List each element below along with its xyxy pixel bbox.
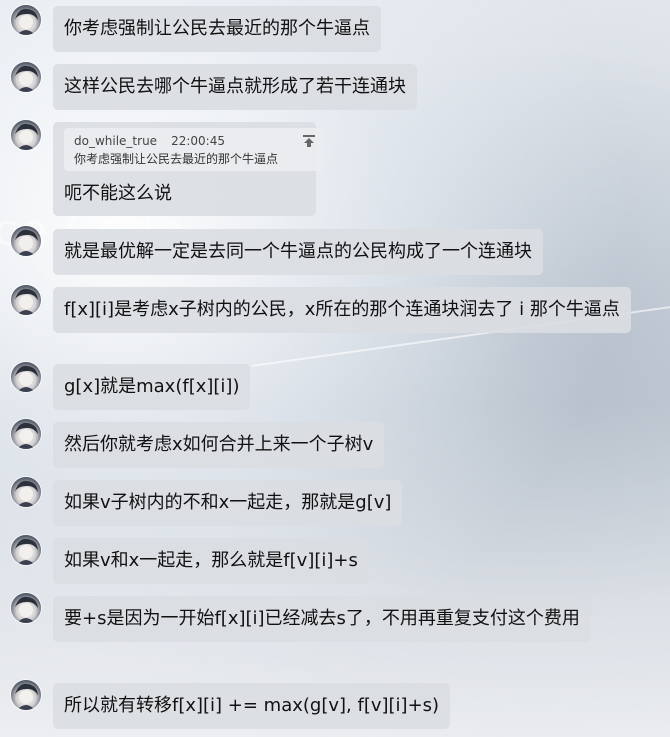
avatar-icon[interactable] — [11, 285, 41, 315]
quote-time: 22:00:45 — [171, 134, 225, 148]
avatar-icon[interactable] — [11, 477, 41, 507]
avatar-icon[interactable] — [11, 535, 41, 565]
message-bubble[interactable]: 然后你就考虑x如何合并上来一个子树v — [53, 422, 385, 468]
quoted-message[interactable]: do_while_true 22:00:45 你考虑强制让公民去最近的那个牛逼点 — [64, 128, 324, 171]
avatar-icon[interactable] — [11, 680, 41, 710]
avatar-icon[interactable] — [11, 120, 41, 150]
message-bubble[interactable]: 如果v子树内的不和x一起走，那就是g[v] — [53, 480, 403, 526]
avatar-icon[interactable] — [11, 5, 41, 35]
message-bubble[interactable]: g[x]就是max(f[x][i]) — [53, 364, 251, 410]
quote-text: 你考虑强制让公民去最近的那个牛逼点 — [74, 152, 279, 166]
message-bubble[interactable]: f[x][i]是考虑x子树内的公民，x所在的那个连通块润去了 i 那个牛逼点 — [53, 287, 631, 333]
avatar-icon[interactable] — [11, 419, 41, 449]
message-bubble[interactable]: 所以就有转移f[x][i] += max(g[v], f[v][i]+s) — [53, 683, 451, 729]
message-bubble[interactable]: 如果v和x一起走，那么就是f[v][i]+s — [53, 538, 369, 584]
message-bubble[interactable]: 你考虑强制让公民去最近的那个牛逼点 — [53, 6, 381, 52]
avatar-icon[interactable] — [11, 593, 41, 623]
message-text: 呃不能这么说 — [64, 183, 172, 204]
quote-author: do_while_true — [74, 134, 158, 148]
message-bubble-with-quote[interactable]: do_while_true 22:00:45 你考虑强制让公民去最近的那个牛逼点 … — [53, 122, 324, 216]
avatar-icon[interactable] — [11, 62, 41, 92]
message-bubble[interactable]: 要+s是因为一开始f[x][i]已经减去s了，不用再重复支付这个费用 — [53, 596, 591, 642]
message-bubble[interactable]: 就是最优解一定是去同一个牛逼点的公民构成了一个连通块 — [53, 229, 543, 275]
message-bubble[interactable]: 这样公民去哪个牛逼点就形成了若干连通块 — [53, 64, 417, 110]
avatar-icon[interactable] — [11, 226, 41, 256]
avatar-icon[interactable] — [11, 362, 41, 392]
pin-to-top-icon[interactable] — [302, 134, 316, 148]
